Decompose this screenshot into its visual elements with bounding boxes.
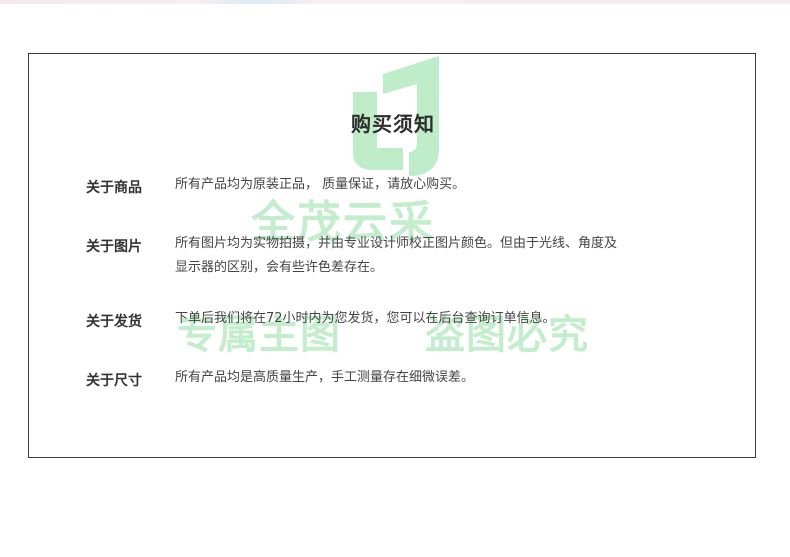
- notice-item-label: 关于图片: [86, 239, 142, 255]
- notice-item-text: 所有产品均为原装正品， 质量保证，请放心购买。: [175, 177, 466, 192]
- purchase-notice-panel: 全茂云采 专属主图 盗图必究 购买须知 关于商品 所有产品均为原装正品， 质量保…: [28, 53, 756, 458]
- notice-title: 购买须知: [351, 112, 435, 136]
- notice-item-text: 下单后我们将在72小时内为您发货，您可以在后台查询订单信息。: [175, 311, 556, 326]
- product-detail-page: 全茂云采 专属主图 盗图必究 购买须知 关于商品 所有产品均为原装正品， 质量保…: [0, 0, 790, 557]
- notice-item-label: 关于商品: [86, 180, 142, 196]
- notice-item-label: 关于尺寸: [86, 373, 142, 389]
- notice-item-label: 关于发货: [86, 314, 142, 330]
- notice-item-text: 所有产品均是高质量生产，手工测量存在细微误差。: [175, 370, 475, 385]
- top-banner-edge: [0, 0, 790, 4]
- notice-item-text: 所有图片均为实物拍摄，并由专业设计师校正图片颜色。但由于光线、角度及显示器的区别…: [175, 236, 618, 275]
